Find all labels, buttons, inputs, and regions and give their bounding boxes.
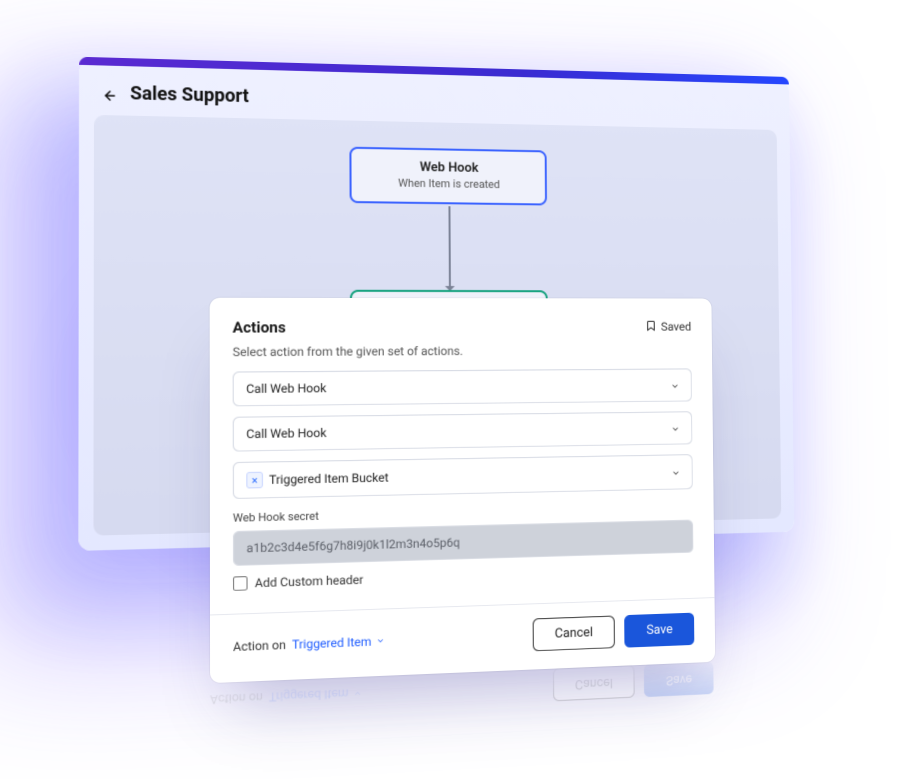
secret-field: a1b2c3d4e5f6g7h8i9j0k1l2m3n4o5p6q: [233, 520, 694, 567]
chevron-down-icon: [670, 380, 679, 390]
flow-node-subtitle: When Item is created: [374, 176, 524, 191]
actions-modal: Actions Saved Select action from the giv…: [210, 298, 716, 683]
page-title: Sales Support: [130, 83, 249, 107]
bookmark-icon: [645, 318, 656, 335]
chip-label: Triggered Item Bucket: [269, 470, 389, 487]
chevron-down-icon: [671, 467, 680, 477]
remove-chip-button[interactable]: ×: [246, 472, 263, 489]
back-arrow-icon[interactable]: [103, 86, 118, 101]
add-header-checkbox-input[interactable]: [233, 576, 248, 591]
action-type-select[interactable]: Call Web Hook: [233, 368, 692, 406]
flow-node-title: Web Hook: [374, 159, 524, 176]
flow-node-trigger[interactable]: Web Hook When Item is created: [349, 147, 547, 206]
modal-description: Select action from the given set of acti…: [233, 343, 692, 359]
bucket-select[interactable]: × Triggered Item Bucket: [233, 454, 693, 499]
modal-title: Actions: [233, 318, 286, 336]
add-header-checkbox[interactable]: Add Custom header: [233, 563, 694, 591]
chevron-down-icon: [671, 423, 680, 433]
saved-indicator: Saved: [645, 318, 692, 335]
webhook-select[interactable]: Call Web Hook: [233, 411, 693, 451]
flow-edge: [448, 206, 450, 290]
